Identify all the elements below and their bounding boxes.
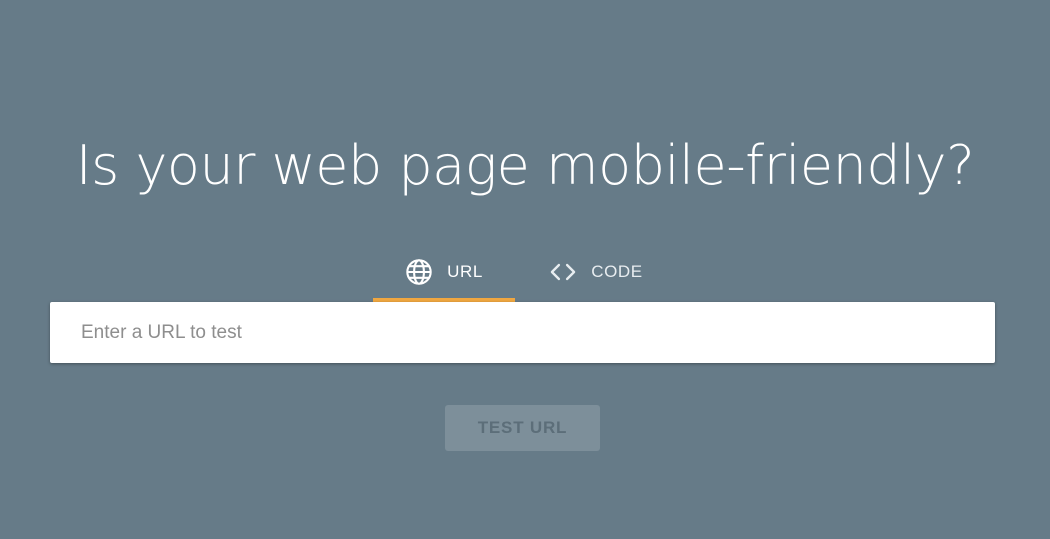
url-input-container xyxy=(50,302,995,363)
input-mode-tabs: URL CODE xyxy=(373,246,657,302)
tab-url-label: URL xyxy=(447,262,483,281)
test-url-button[interactable]: TEST URL xyxy=(445,405,600,451)
tab-code[interactable]: CODE xyxy=(535,246,657,298)
globe-icon xyxy=(405,258,433,286)
url-input[interactable] xyxy=(50,302,995,363)
tab-url[interactable]: URL xyxy=(373,246,515,302)
code-brackets-icon xyxy=(549,258,577,286)
page-title: Is your web page mobile-friendly? xyxy=(75,134,975,197)
tab-code-label: CODE xyxy=(591,262,643,281)
